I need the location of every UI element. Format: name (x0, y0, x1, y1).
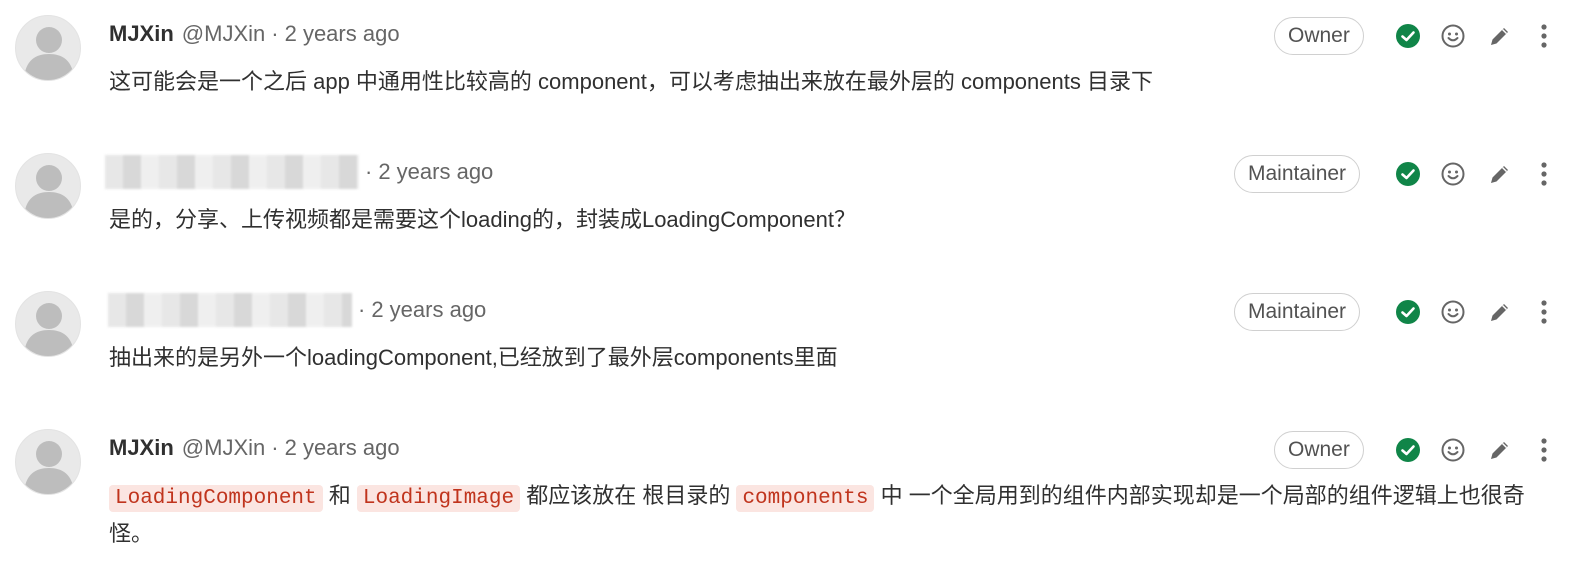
check-circle-icon (1396, 438, 1420, 462)
author-name[interactable]: MJXin (109, 21, 174, 47)
timestamp[interactable]: 2 years ago (378, 159, 493, 185)
default-avatar-icon[interactable] (15, 291, 81, 357)
comment-text: 和 (322, 483, 357, 508)
default-avatar-icon[interactable] (15, 153, 81, 219)
smiley-icon (1441, 438, 1465, 462)
comment-body: 这可能会是一个之后 app 中通用性比较高的 component，可以考虑抽出来… (109, 69, 1153, 94)
pencil-icon (1491, 28, 1508, 45)
note-header: · 2 years ago (108, 293, 486, 327)
note-2: · 2 years ago Maintainer 是的，分享、上传视频都是需要这… (0, 138, 1594, 276)
timestamp[interactable]: 2 years ago (285, 21, 400, 47)
more-actions-button[interactable] (1527, 433, 1561, 467)
default-avatar-icon[interactable] (15, 15, 81, 81)
smiley-icon (1441, 162, 1465, 186)
pencil-icon (1491, 442, 1508, 459)
author-handle[interactable]: @MJXin (182, 21, 265, 47)
note-header: MJXin @MJXin · 2 years ago (109, 17, 400, 51)
default-avatar-icon[interactable] (15, 429, 81, 495)
separator: · (271, 435, 279, 460)
note-actions (1394, 295, 1564, 329)
note-header: MJXin @MJXin · 2 years ago (109, 431, 400, 465)
add-reaction-button[interactable] (1436, 157, 1470, 191)
kebab-icon (1541, 162, 1547, 186)
edit-comment-button[interactable] (1483, 157, 1517, 191)
author-handle[interactable]: @MJXin (182, 435, 265, 461)
note-1: MJXin @MJXin · 2 years ago Owner 这可能会是一个… (0, 0, 1594, 138)
kebab-icon (1541, 300, 1547, 324)
note-actions (1394, 433, 1564, 467)
pencil-icon (1491, 166, 1508, 183)
more-actions-button[interactable] (1527, 295, 1561, 329)
role-badge: Maintainer (1234, 293, 1361, 331)
resolve-thread-button[interactable] (1391, 157, 1425, 191)
note-actions (1394, 19, 1564, 53)
note-4: MJXin @MJXin · 2 years ago Owner Loading… (0, 414, 1594, 568)
comment-body: 抽出来的是另外一个loadingComponent,已经放到了最外层compon… (109, 345, 838, 370)
add-reaction-button[interactable] (1436, 295, 1470, 329)
comment-body: 是的，分享、上传视频都是需要这个loading的，封装成LoadingCompo… (109, 207, 856, 232)
more-actions-button[interactable] (1527, 19, 1561, 53)
author-name[interactable]: MJXin (109, 435, 174, 461)
resolve-thread-button[interactable] (1391, 433, 1425, 467)
resolve-thread-button[interactable] (1391, 295, 1425, 329)
inline-code: components (736, 485, 875, 512)
add-reaction-button[interactable] (1436, 433, 1470, 467)
more-actions-button[interactable] (1527, 157, 1561, 191)
kebab-icon (1541, 438, 1547, 462)
role-badge: Owner (1274, 17, 1364, 55)
note-3: · 2 years ago Maintainer 抽出来的是另外一个loadin… (0, 276, 1594, 414)
discussion-thread: MJXin @MJXin · 2 years ago Owner 这可能会是一个… (0, 0, 1594, 568)
check-circle-icon (1396, 162, 1420, 186)
edit-comment-button[interactable] (1483, 19, 1517, 53)
note-header: · 2 years ago (105, 155, 493, 189)
smiley-icon (1441, 300, 1465, 324)
add-reaction-button[interactable] (1436, 19, 1470, 53)
pencil-icon (1491, 304, 1508, 321)
inline-code: LoadingComponent (109, 485, 323, 512)
inline-code: LoadingImage (356, 485, 521, 512)
timestamp[interactable]: 2 years ago (285, 435, 400, 461)
separator: · (365, 159, 373, 184)
check-circle-icon (1396, 24, 1420, 48)
comment-body: LoadingComponent 和 LoadingImage 都应该放在 根目… (109, 478, 1559, 551)
resolve-thread-button[interactable] (1391, 19, 1425, 53)
redacted-author (105, 155, 359, 189)
role-badge: Maintainer (1234, 155, 1361, 193)
note-actions (1394, 157, 1564, 191)
separator: · (271, 21, 279, 46)
comment-text: 都应该放在 根目录的 (520, 483, 737, 508)
check-circle-icon (1396, 300, 1420, 324)
smiley-icon (1441, 24, 1465, 48)
kebab-icon (1541, 24, 1547, 48)
edit-comment-button[interactable] (1483, 295, 1517, 329)
role-badge: Owner (1274, 431, 1364, 469)
redacted-author (108, 293, 352, 327)
timestamp[interactable]: 2 years ago (371, 297, 486, 323)
separator: · (358, 297, 366, 322)
edit-comment-button[interactable] (1483, 433, 1517, 467)
